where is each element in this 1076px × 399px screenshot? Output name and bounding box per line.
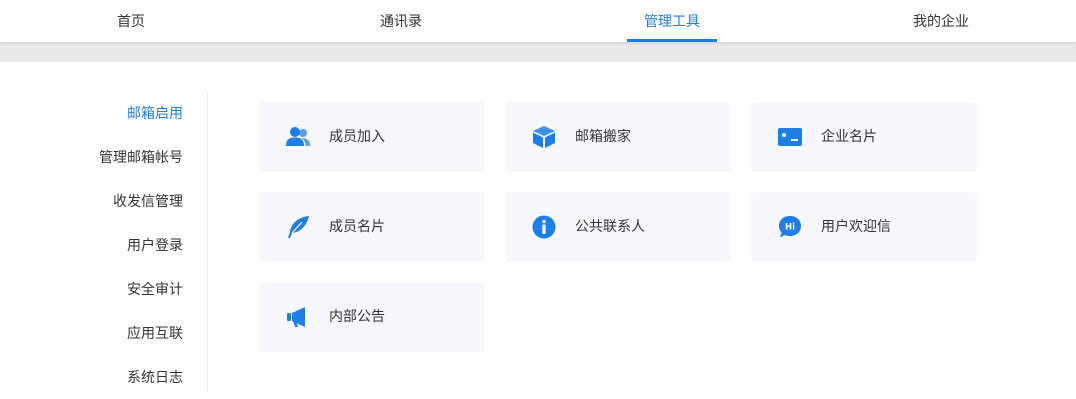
card-label: 成员名片 <box>329 219 385 235</box>
box-icon <box>533 126 555 148</box>
card-public-contacts[interactable]: 公共联系人 <box>505 192 731 262</box>
sidebar-item-system-log[interactable]: 系统日志 <box>127 368 183 388</box>
tab-contacts[interactable]: 通讯录 <box>380 0 422 42</box>
active-tab-indicator <box>627 39 717 42</box>
header-divider-band <box>0 42 1076 62</box>
sidebar-item-user-login[interactable]: 用户登录 <box>127 236 183 256</box>
top-navigation: 首页 通讯录 管理工具 我的企业 <box>0 0 1076 42</box>
svg-text:Hi: Hi <box>785 223 795 233</box>
tab-home[interactable]: 首页 <box>117 0 145 42</box>
card-label: 邮箱搬家 <box>575 129 631 145</box>
users-icon <box>286 127 310 146</box>
card-mailbox-migration[interactable]: 邮箱搬家 <box>505 102 731 172</box>
id-card-icon <box>778 128 802 146</box>
sidebar-item-mailbox-enable[interactable]: 邮箱启用 <box>127 104 183 124</box>
tab-management-tools-label: 管理工具 <box>644 14 700 30</box>
card-label: 用户欢迎信 <box>821 219 891 235</box>
card-welcome-letter[interactable]: Hi 用户欢迎信 <box>751 192 977 262</box>
sidebar: 邮箱启用 管理邮箱帐号 收发信管理 用户登录 安全审计 应用互联 系统日志 <box>0 92 208 392</box>
hi-chat-icon: Hi <box>779 216 801 238</box>
sidebar-item-app-interconnect[interactable]: 应用互联 <box>127 324 183 344</box>
info-icon <box>532 215 556 239</box>
tab-management-tools[interactable]: 管理工具 <box>627 0 717 42</box>
card-label: 公共联系人 <box>575 219 645 235</box>
card-internal-announcement[interactable]: 内部公告 <box>259 282 485 352</box>
megaphone-icon <box>287 307 305 327</box>
card-enterprise-card[interactable]: 企业名片 <box>751 102 977 172</box>
feather-icon <box>288 216 309 238</box>
sidebar-item-mail-management[interactable]: 收发信管理 <box>113 192 183 212</box>
card-member-card[interactable]: 成员名片 <box>259 192 485 262</box>
card-label: 内部公告 <box>329 309 385 325</box>
card-label: 成员加入 <box>329 129 385 145</box>
sidebar-item-security-audit[interactable]: 安全审计 <box>127 280 183 300</box>
card-label: 企业名片 <box>821 129 877 145</box>
sidebar-item-manage-accounts[interactable]: 管理邮箱帐号 <box>99 148 183 168</box>
tab-my-enterprise[interactable]: 我的企业 <box>913 0 969 42</box>
card-member-join[interactable]: 成员加入 <box>259 102 485 172</box>
